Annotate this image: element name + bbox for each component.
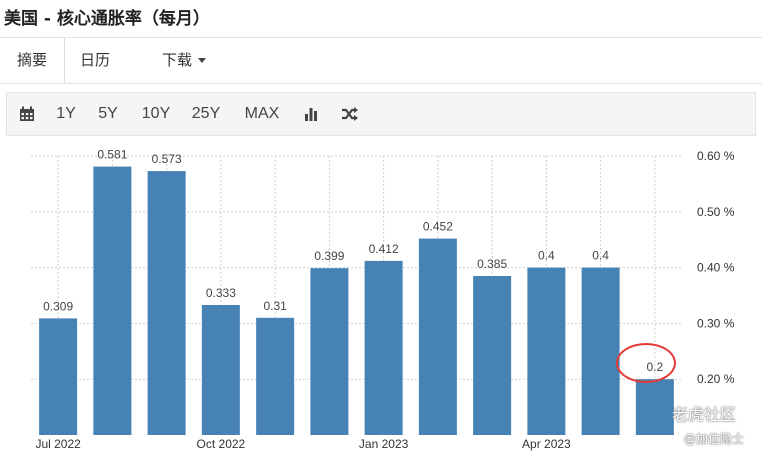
data-label: 0.581: [97, 148, 127, 162]
data-label: 0.412: [369, 242, 399, 256]
bar: [201, 304, 240, 435]
shuffle-icon[interactable]: [337, 93, 363, 135]
range-5y-button[interactable]: 5Y: [93, 93, 123, 135]
x-tick-label: Jul 2022: [35, 437, 81, 451]
bar: [256, 317, 295, 435]
bar: [364, 260, 403, 435]
data-label: 0.4: [592, 249, 609, 263]
tab-download[interactable]: 下载: [162, 38, 207, 83]
data-label: 0.399: [314, 249, 344, 263]
tab-download-label: 下载: [162, 51, 193, 69]
x-tick-label: Apr 2023: [522, 437, 571, 451]
range-25y-button[interactable]: 25Y: [188, 93, 224, 135]
page-title: 美国 - 核心通胀率（每月）: [4, 9, 210, 29]
bar: [527, 267, 566, 435]
caret-down-icon: [198, 58, 207, 63]
data-label: 0.452: [423, 220, 453, 234]
watermark-author: @加位隐士: [684, 432, 745, 446]
tab-calendar[interactable]: 日历: [80, 38, 110, 83]
calendar-icon[interactable]: [11, 93, 43, 135]
bar: [635, 379, 674, 435]
y-tick-label: 0.30 %: [697, 316, 735, 330]
bar-chart-icon[interactable]: [299, 93, 323, 135]
x-tick-label: Jan 2023: [359, 437, 409, 451]
tab-summary[interactable]: 摘要: [0, 38, 65, 83]
y-tick-label: 0.60 %: [697, 149, 735, 163]
data-label: 0.385: [477, 257, 507, 271]
y-tick-label: 0.20 %: [697, 372, 735, 386]
inflation-bar-chart: 0.309 0.581 0.573 0.333 0.31 0.399 0.412 0.452 0…: [31, 148, 735, 451]
data-label: 0.31: [263, 299, 287, 313]
data-label: 0.309: [43, 299, 73, 313]
x-tick-label: Oct 2022: [197, 437, 246, 451]
data-label: 0.4: [538, 249, 555, 263]
bar: [310, 268, 349, 435]
watermark-community: 老虎社区: [672, 405, 737, 424]
y-tick-label: 0.40 %: [697, 261, 735, 275]
bar: [39, 318, 78, 435]
range-max-button[interactable]: MAX: [240, 93, 284, 135]
range-1y-button[interactable]: 1Y: [51, 93, 81, 135]
bar: [93, 166, 132, 436]
data-label: 0.573: [152, 152, 182, 166]
bar: [418, 238, 457, 435]
bar: [473, 275, 512, 435]
highlight-circle: [616, 343, 676, 383]
tab-bar: 摘要 日历 下载: [0, 37, 762, 84]
chart-toolbar: 1Y 5Y 10Y 25Y MAX: [6, 92, 756, 136]
range-10y-button[interactable]: 10Y: [138, 93, 174, 135]
bar: [581, 267, 620, 435]
y-tick-label: 0.50 %: [697, 205, 735, 219]
bar: [147, 171, 186, 436]
data-label: 0.333: [206, 286, 236, 300]
